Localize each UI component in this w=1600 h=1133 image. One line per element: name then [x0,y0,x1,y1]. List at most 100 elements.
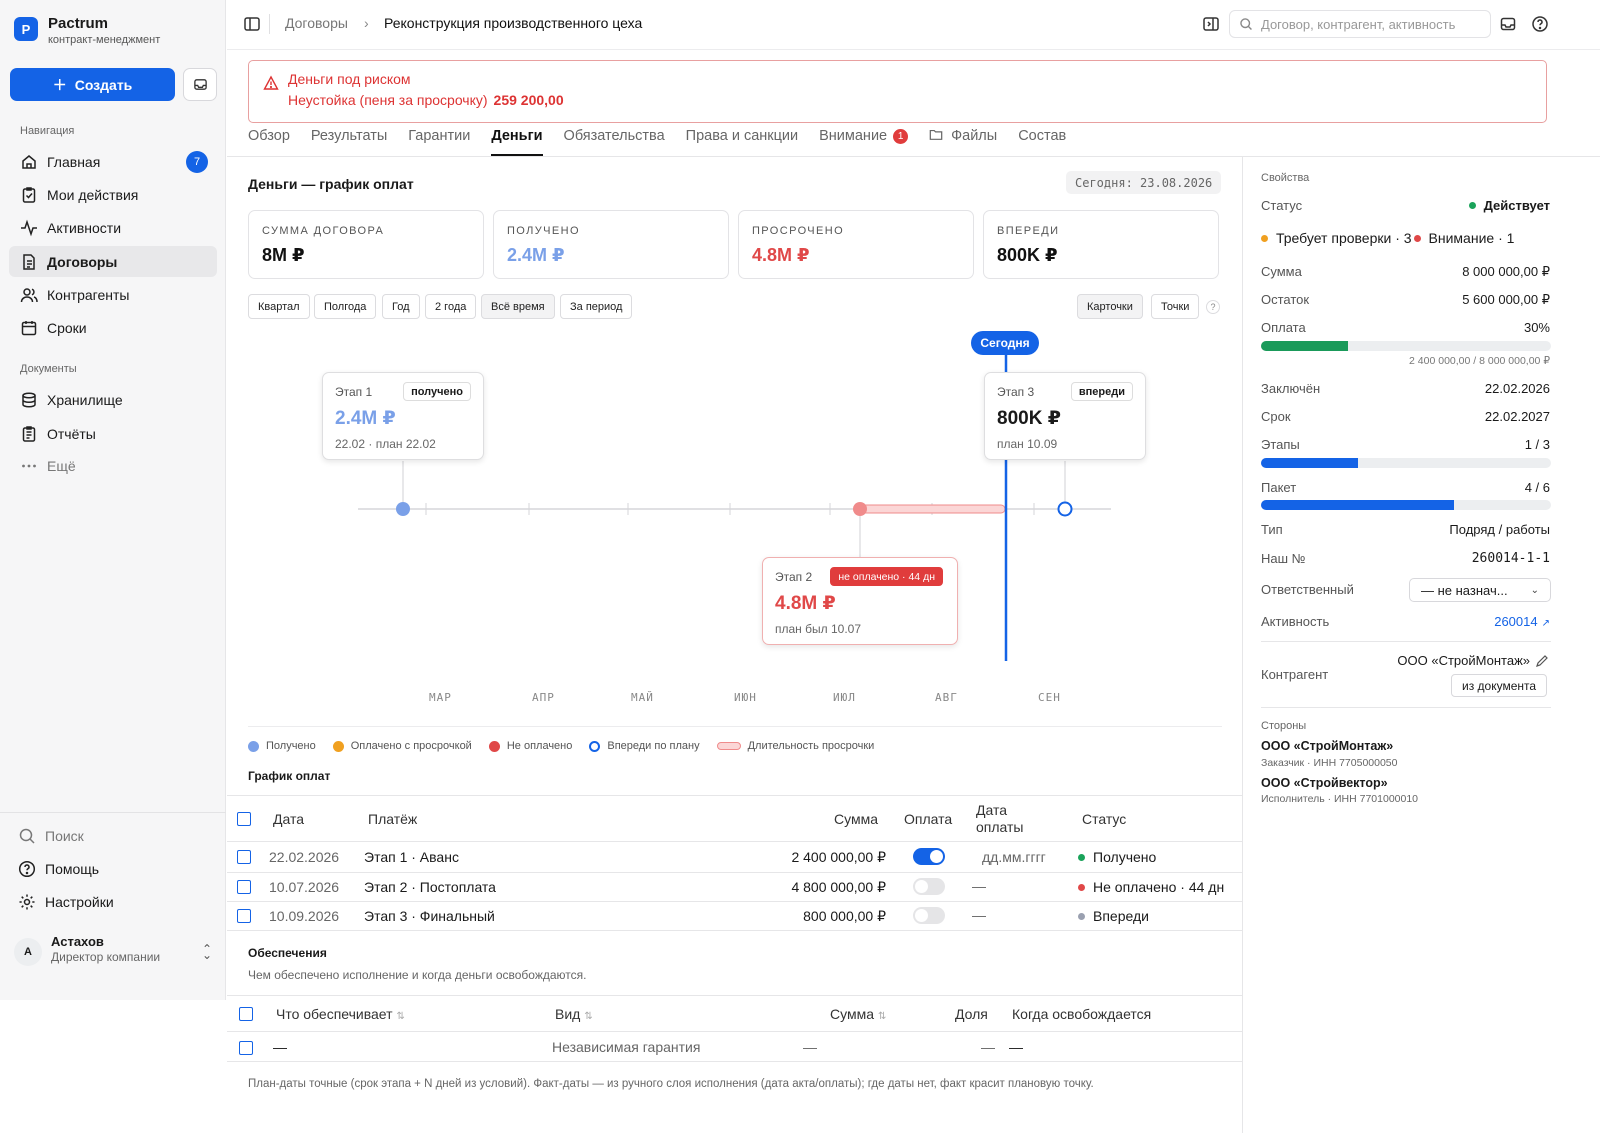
help-icon[interactable] [1531,15,1549,33]
row-sum: 2 400 000,00 ₽ [791,849,886,865]
period-quarter-button[interactable]: Квартал [248,294,310,319]
search-input[interactable]: Договор, контрагент, активность [1229,10,1491,38]
month-label: АПР [532,691,555,704]
package-progress-fill [1261,500,1455,510]
col-status[interactable]: Статус [1082,811,1126,827]
col-sum[interactable]: Сумма ⇅ [830,1006,886,1022]
edit-pencil-icon[interactable] [1535,654,1549,668]
our-number: 260014-1-1 [1471,551,1550,566]
col-sum[interactable]: Сумма [834,811,878,827]
counterparty-name[interactable]: ООО «СтройМонтаж» [1397,653,1530,668]
tab-money[interactable]: Деньги [491,126,543,156]
breadcrumb-contracts[interactable]: Договоры [285,15,348,31]
footnote: План-даты точные (срок этапа + N дней из… [248,1078,1094,1090]
plus-icon: ＋ [52,76,67,93]
sidebar-item-activities[interactable]: Активности [9,212,217,243]
col-what[interactable]: Что обеспечивает ⇅ [276,1006,405,1022]
inbox-icon[interactable] [1499,15,1517,33]
legend-swatch [248,740,259,752]
sidebar-item-help[interactable]: Помощь [9,854,217,884]
attention-summary[interactable]: Требует проверки · 3 Внимание · 1 [1261,230,1514,246]
col-kind[interactable]: Вид ⇅ [555,1006,593,1022]
sidebar-item-home[interactable]: Главная 7 [9,146,217,177]
sidebar-item-my-actions[interactable]: Мои действия [9,179,217,210]
party-name[interactable]: ООО «СтройМонтаж» [1261,739,1393,753]
select-all-checkbox[interactable] [237,812,251,826]
period-halfyear-button[interactable]: Полгода [314,294,377,319]
tab-rights-sanctions[interactable]: Права и санкции [686,126,798,156]
activity-link[interactable]: 260014 ↗ [1494,614,1550,629]
legend-swatch [488,740,500,752]
stage-badge: получено [403,382,471,401]
inbox-button[interactable] [183,68,217,101]
period-year-button[interactable]: Год [382,294,420,319]
create-button[interactable]: ＋ Создать [10,68,175,101]
paid-toggle[interactable] [913,907,945,924]
panel-divider [1261,641,1551,642]
status-badge: Действует [1468,198,1550,213]
app-name: Pactrum [48,15,109,32]
responsible-select[interactable]: — не назнач... ⌄ [1409,578,1551,602]
sidebar-item-counterparties[interactable]: Контрагенты [9,279,217,310]
month-label: ИЮЛ [833,691,856,704]
period-custom-button[interactable]: За период [560,294,633,319]
status-badge: Не оплачено · 44 дн [1078,879,1224,895]
stage-card[interactable]: Этап 2 не оплачено · 44 дн 4.8M ₽ план б… [762,557,958,645]
panel-toggle-icon[interactable] [1202,15,1220,33]
col-share[interactable]: Доля [955,1006,988,1022]
row-checkbox[interactable] [239,1041,253,1055]
help-icon[interactable]: ? [1206,300,1220,314]
payment-progress-fill [1261,341,1348,351]
sidebar-item-reports[interactable]: Отчёты [9,418,217,449]
row-payment: Этап 1 · Аванс [364,849,459,865]
tab-results[interactable]: Результаты [311,126,387,156]
col-paid-date[interactable]: Дата оплаты [976,802,1036,836]
tab-composition[interactable]: Состав [1018,126,1066,156]
user-menu[interactable]: А Астахов Директор компании ⌃ ⌄ [14,934,218,972]
tab-files[interactable]: Файлы [929,126,997,156]
view-cards-button[interactable]: Карточки [1077,294,1143,319]
report-icon [22,425,36,442]
select-all-checkbox[interactable] [239,1007,253,1021]
sidebar-item-storage[interactable]: Хранилище [9,384,217,415]
legend-item: Получено [248,740,316,752]
sidebar-item-deadlines[interactable]: Сроки [9,312,217,343]
row-checkbox[interactable] [237,909,251,923]
stage-card[interactable]: Этап 1 получено 2.4M ₽ 22.02 · план 22.0… [322,372,484,460]
sidebar-item-more[interactable]: Ещё [9,450,217,481]
paid-toggle[interactable] [913,848,945,865]
tab-guarantees[interactable]: Гарантии [408,126,470,156]
table-divider [227,1031,1242,1032]
paid-date-input[interactable]: дд.мм.гггг [982,849,1046,865]
sidebar-item-contracts[interactable]: Договоры [9,246,217,277]
stage-card[interactable]: Этап 3 впереди 800K ₽ план 10.09 [984,372,1146,460]
search-icon [1240,18,1252,30]
status-dot [1078,913,1085,920]
sidebar-item-settings[interactable]: Настройки [9,887,217,917]
from-document-button[interactable]: из документа [1451,674,1548,697]
sidebar-item-search[interactable]: Поиск [9,821,217,851]
tab-attention[interactable]: Внимание 1 [819,126,909,156]
sidebar-toggle-icon[interactable] [243,15,261,33]
status-dot [1078,854,1085,861]
period-alltime-button[interactable]: Всё время [481,294,555,319]
chevron-down-icon: ⌄ [1530,584,1539,596]
nav-heading: Навигация [20,125,75,137]
col-date[interactable]: Дата [273,811,304,827]
col-release[interactable]: Когда освобождается [1012,1006,1151,1022]
app-logo: P [14,17,38,41]
row-checkbox[interactable] [237,850,251,864]
overdue-duration-bar [859,504,1006,514]
period-2years-button[interactable]: 2 года [425,294,477,319]
col-paid[interactable]: Оплата [904,811,952,827]
party-name[interactable]: ООО «Стройвектор» [1261,776,1388,790]
party-meta: Исполнитель · ИНН 7701000010 [1261,793,1419,805]
view-points-button[interactable]: Точки [1151,294,1200,319]
paid-toggle[interactable] [913,878,945,895]
sidebar: P Pactrum контракт-менеджмент ＋ Создать Н… [0,0,226,1000]
tab-obligations[interactable]: Обязательства [564,126,665,156]
panel-divider [1261,707,1551,708]
col-payment[interactable]: Платёж [368,811,417,827]
row-checkbox[interactable] [237,880,251,894]
tab-overview[interactable]: Обзор [248,126,290,156]
